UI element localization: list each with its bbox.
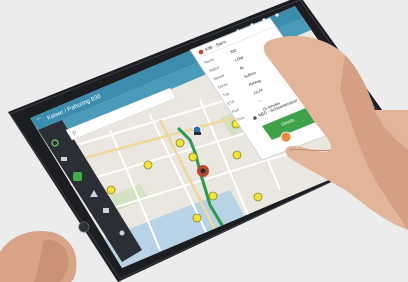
stop-marker[interactable] <box>208 191 218 201</box>
photo-scene: ← Kaiser / Pahoring 830 ⚲ KIB - Stern Na… <box>0 0 408 282</box>
stop-marker[interactable] <box>192 213 202 223</box>
stop-marker-orange[interactable] <box>280 131 292 143</box>
grid-icon[interactable] <box>275 13 279 17</box>
search-icon: ⚲ <box>72 130 76 137</box>
truck-icon[interactable] <box>61 157 67 161</box>
selected-vehicle-marker[interactable] <box>197 165 209 177</box>
stop-marker[interactable] <box>143 160 153 170</box>
stop-marker[interactable] <box>253 192 263 202</box>
vehicle-marker[interactable] <box>192 125 202 135</box>
stop-marker[interactable] <box>232 150 242 160</box>
stop-marker[interactable] <box>175 138 185 148</box>
stop-marker[interactable] <box>106 185 116 195</box>
stop-marker[interactable] <box>188 152 198 162</box>
gear-icon[interactable] <box>119 230 125 236</box>
pin-icon <box>253 116 257 120</box>
route-icon[interactable] <box>73 172 82 181</box>
alert-icon <box>198 49 204 55</box>
tablet-photo: ← Kaiser / Pahoring 830 ⚲ KIB - Stern Na… <box>0 0 408 282</box>
chat-icon[interactable] <box>103 208 109 213</box>
tablet-home-button <box>78 221 90 233</box>
